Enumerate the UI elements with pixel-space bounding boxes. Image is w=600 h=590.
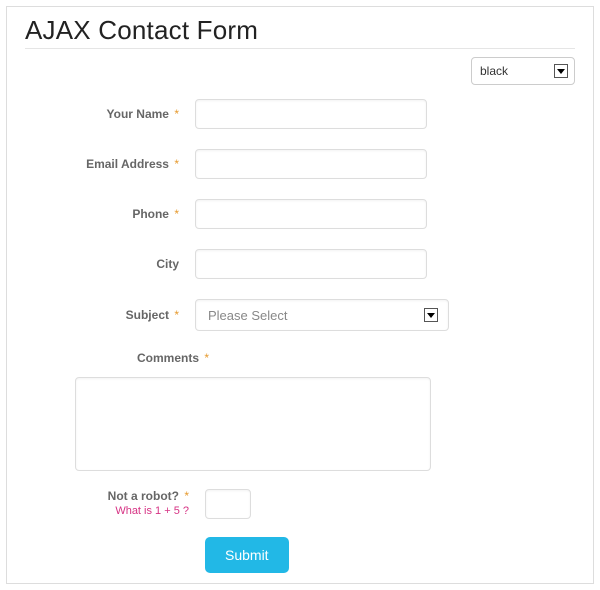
captcha-question: What is 1 + 5 ? xyxy=(45,505,189,517)
chevron-down-icon xyxy=(554,64,568,78)
contact-form: Your Name * Email Address * Phone * xyxy=(45,99,575,573)
contact-form-panel: AJAX Contact Form black Your Name * Emai… xyxy=(6,6,594,584)
required-mark: * xyxy=(174,157,179,171)
phone-input[interactable] xyxy=(195,199,427,229)
label-email: Email Address * xyxy=(45,157,185,171)
chevron-down-icon xyxy=(424,308,438,322)
label-phone: Phone * xyxy=(45,207,185,221)
row-phone: Phone * xyxy=(45,199,575,229)
page-title: AJAX Contact Form xyxy=(25,15,575,46)
row-robot: Not a robot? * What is 1 + 5 ? xyxy=(45,489,575,519)
label-comments: Comments * xyxy=(137,351,575,365)
label-subject: Subject * xyxy=(45,308,185,322)
title-divider xyxy=(25,48,575,49)
comments-textarea[interactable] xyxy=(75,377,431,471)
label-name: Your Name * xyxy=(45,107,185,121)
row-name: Your Name * xyxy=(45,99,575,129)
submit-button[interactable]: Submit xyxy=(205,537,289,573)
required-mark: * xyxy=(174,308,179,322)
required-mark: * xyxy=(184,489,189,503)
required-mark: * xyxy=(174,107,179,121)
row-email: Email Address * xyxy=(45,149,575,179)
subject-select-value: Please Select xyxy=(208,308,288,323)
name-input[interactable] xyxy=(195,99,427,129)
theme-select[interactable]: black xyxy=(471,57,575,85)
subject-select[interactable]: Please Select xyxy=(195,299,449,331)
label-robot: Not a robot? * What is 1 + 5 ? xyxy=(45,489,195,517)
label-city: City xyxy=(45,257,185,271)
theme-row: black xyxy=(25,57,575,85)
captcha-input[interactable] xyxy=(205,489,251,519)
theme-select-value: black xyxy=(480,64,508,78)
submit-row: Submit xyxy=(205,537,575,573)
row-comments: Comments * xyxy=(45,351,575,471)
email-input[interactable] xyxy=(195,149,427,179)
row-city: City xyxy=(45,249,575,279)
city-input[interactable] xyxy=(195,249,427,279)
required-mark: * xyxy=(174,207,179,221)
row-subject: Subject * Please Select xyxy=(45,299,575,331)
required-mark: * xyxy=(204,351,209,365)
